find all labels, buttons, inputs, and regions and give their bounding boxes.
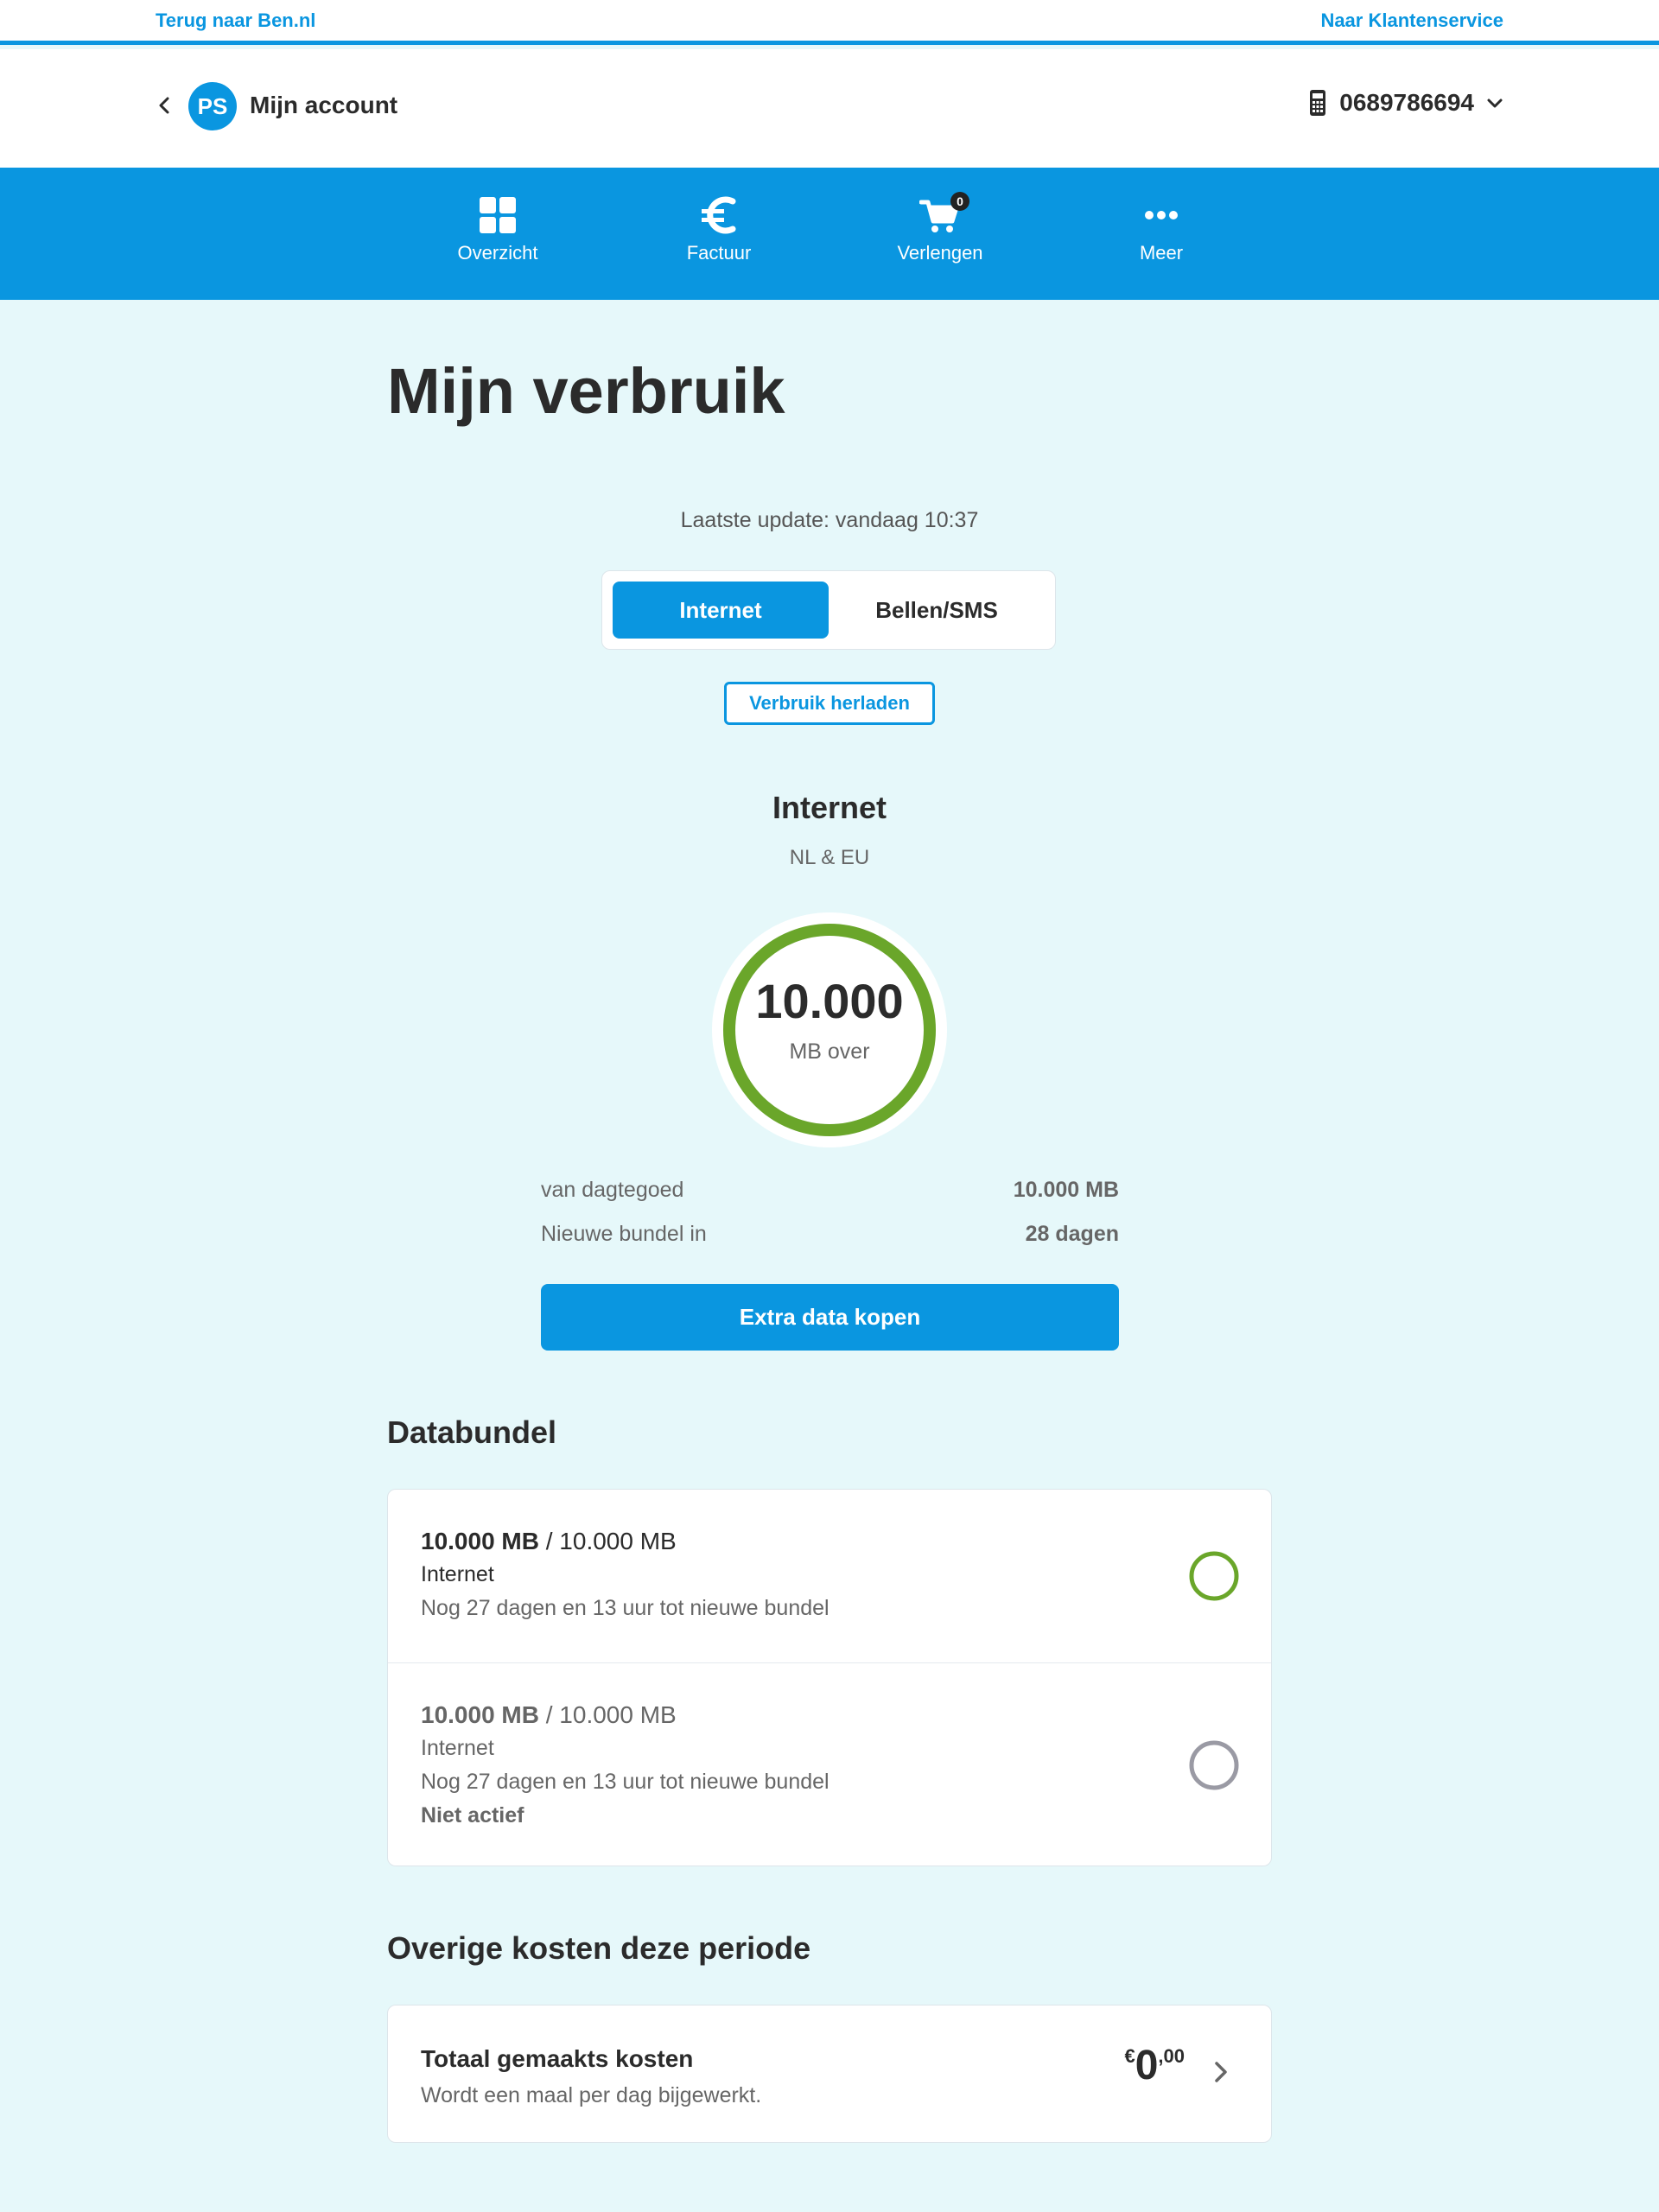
nav-label: Factuur: [686, 242, 752, 264]
grid-icon: [480, 197, 516, 233]
bundle-type: Internet: [421, 1562, 494, 1586]
account-header: PS Mijn account 0689786694: [0, 49, 1659, 168]
databundel-heading: Databundel: [387, 1414, 557, 1450]
nav-item-overzicht[interactable]: Overzicht: [420, 194, 575, 264]
page-title: Mijn verbruik: [387, 355, 785, 427]
account-title[interactable]: Mijn account: [250, 92, 397, 119]
bundle-amount-line: 10.000 MB / 10.000 MB: [421, 1701, 1238, 1729]
usage-heading: Internet: [772, 790, 887, 825]
costs-card[interactable]: Totaal gemaakts kosten Wordt een maal pe…: [387, 2005, 1272, 2143]
avatar[interactable]: PS: [188, 82, 237, 130]
bundle-total: / 10.000 MB: [538, 1528, 677, 1554]
phone-number-select[interactable]: 0689786694: [1308, 89, 1503, 117]
tab-internet[interactable]: Internet: [613, 582, 829, 639]
nav-item-factuur[interactable]: Factuur: [641, 194, 797, 264]
bundle-status-ring-icon: [1189, 1551, 1239, 1601]
bundle-total: / 10.000 MB: [538, 1701, 677, 1728]
bundle-type: Internet: [421, 1736, 494, 1760]
nav-item-meer[interactable]: Meer: [1084, 194, 1239, 264]
back-to-ben-link[interactable]: Terug naar Ben.nl: [156, 10, 315, 32]
customer-service-link[interactable]: Naar Klantenservice: [1320, 10, 1503, 32]
top-link-bar: Terug naar Ben.nl Naar Klantenservice: [0, 0, 1659, 45]
remaining-data-unit: MB over: [789, 1039, 870, 1064]
costs-amount: €0,00: [1124, 2045, 1185, 2087]
main-nav: Overzicht Factuur 0 Verlengen Meer: [0, 168, 1659, 300]
amount-cents: 00: [1163, 2045, 1185, 2067]
cart-count-badge: 0: [950, 192, 969, 211]
bundle-amount-line: 10.000 MB / 10.000 MB: [421, 1528, 1238, 1555]
databundel-card: 10.000 MB / 10.000 MB Internet Nog 27 da…: [387, 1489, 1272, 1866]
bundle-inactive-ring-icon: [1189, 1740, 1239, 1790]
nav-label: Verlengen: [897, 242, 983, 264]
usage-tabs: Internet Bellen/SMS: [601, 570, 1056, 650]
bundle-item-active[interactable]: 10.000 MB / 10.000 MB Internet Nog 27 da…: [388, 1490, 1271, 1662]
stat-value: 10.000 MB: [1013, 1178, 1119, 1202]
usage-region: NL & EU: [789, 846, 870, 869]
phone-number: 0689786694: [1339, 89, 1474, 116]
bundle-item-inactive[interactable]: 10.000 MB / 10.000 MB Internet Nog 27 da…: [388, 1662, 1271, 1866]
remaining-data-value: 10.000: [755, 974, 904, 1028]
stat-label: Nieuwe bundel in: [541, 1222, 707, 1246]
bundle-amount: 10.000 MB: [421, 1528, 539, 1554]
costs-title: Totaal gemaakts kosten: [421, 2045, 694, 2072]
phone-icon: [1310, 90, 1326, 116]
stat-value: 28 dagen: [1025, 1222, 1119, 1246]
chevron-down-icon: [1487, 99, 1503, 108]
costs-subtitle: Wordt een maal per dag bijgewerkt.: [421, 2083, 762, 2107]
bundle-status: Niet actief: [421, 1803, 524, 1827]
nav-label: Overzicht: [457, 242, 538, 264]
nav-item-verlengen[interactable]: 0 Verlengen: [862, 192, 1018, 264]
chevron-right-icon[interactable]: [1209, 2059, 1233, 2085]
bundle-remaining: Nog 27 dagen en 13 uur tot nieuwe bundel: [421, 1596, 830, 1620]
bundle-remaining: Nog 27 dagen en 13 uur tot nieuwe bundel: [421, 1770, 830, 1794]
buy-extra-data-button[interactable]: Extra data kopen: [541, 1284, 1119, 1351]
costs-heading: Overige kosten deze periode: [387, 1930, 811, 1966]
last-update-text: Laatste update: vandaag 10:37: [680, 508, 979, 532]
bundle-amount: 10.000 MB: [421, 1701, 539, 1728]
chevron-left-icon[interactable]: [154, 94, 176, 117]
currency-symbol: €: [1124, 2045, 1135, 2067]
nav-label: Meer: [1139, 242, 1184, 264]
usage-gauge: [712, 912, 947, 1147]
more-dots-icon: [1145, 211, 1178, 219]
stat-row-new-bundle: Nieuwe bundel in 28 dagen: [541, 1222, 1119, 1247]
stat-row-daily-credit: van dagtegoed 10.000 MB: [541, 1178, 1119, 1203]
tab-bellen-sms[interactable]: Bellen/SMS: [829, 582, 1045, 639]
reload-usage-button[interactable]: Verbruik herladen: [724, 682, 935, 725]
stat-label: van dagtegoed: [541, 1178, 684, 1202]
amount-main: 0: [1135, 2043, 1159, 2088]
euro-icon: [702, 196, 736, 234]
